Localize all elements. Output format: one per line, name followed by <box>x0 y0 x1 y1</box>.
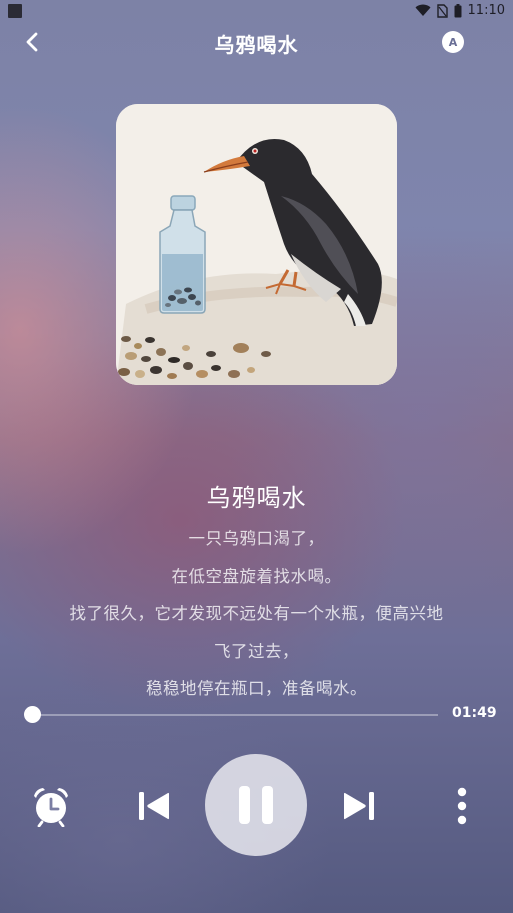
more-vertical-icon <box>457 787 467 825</box>
auto-icon: A <box>448 35 458 49</box>
wifi-icon <box>415 4 431 16</box>
lyric-line: 飞了过去， <box>214 641 299 661</box>
story-title: 乌鸦喝水 <box>206 484 307 512</box>
lyric-line: 稳稳地停在瓶口，准备喝水。 <box>146 679 367 698</box>
skip-next-icon <box>344 792 374 820</box>
lyric-line: 找了很久，它才发现不远处有一个水瓶，便高兴地 <box>69 604 444 623</box>
previous-button[interactable] <box>130 782 178 830</box>
lyric-line: 一只乌鸦口渴了， <box>188 529 325 548</box>
skip-previous-icon <box>139 792 169 820</box>
progress-thumb[interactable] <box>24 706 41 723</box>
lyric-line: 在低空盘旋着找水喝。 <box>171 566 342 586</box>
auto-button[interactable]: A <box>442 31 464 53</box>
next-button[interactable] <box>335 782 383 830</box>
progress-bar[interactable] <box>33 714 438 716</box>
cover-art <box>116 104 397 385</box>
pause-button[interactable] <box>205 754 307 856</box>
status-icons: 11:10 <box>415 3 505 18</box>
notification-icon <box>8 4 22 18</box>
more-button[interactable] <box>440 782 484 830</box>
total-time: 01:49 <box>452 705 497 721</box>
alarm-clock-icon <box>34 788 68 827</box>
page-title: 乌鸦喝水 <box>214 33 299 57</box>
alarm-button[interactable] <box>27 782 75 830</box>
status-bar: 11:10 <box>0 0 513 24</box>
status-time: 11:10 <box>467 3 505 18</box>
no-sim-icon <box>436 3 448 18</box>
pause-icon <box>239 786 273 824</box>
battery-icon <box>454 3 462 17</box>
lyrics: 一只乌鸦口渴了， 在低空盘旋着找水喝。 找了很久，它才发现不远处有一个水瓶，便高… <box>30 520 483 708</box>
crow-bottle-painting <box>116 104 397 385</box>
